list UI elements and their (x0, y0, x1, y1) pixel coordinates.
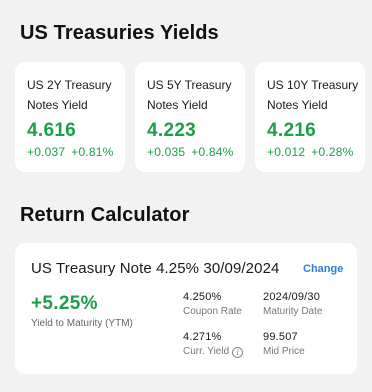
yield-cards-carousel[interactable]: US 2Y Treasury Notes Yield 4.616 +0.037 +… (15, 62, 372, 172)
current-yield-label-row: Curr. Yield i (183, 345, 244, 359)
coupon-rate-value: 4.250% (183, 291, 222, 303)
yield-card-10y[interactable]: US 10Y Treasury Notes Yield 4.216 +0.012… (255, 62, 365, 172)
mid-price-label: Mid Price (263, 346, 305, 357)
yield-card-5y[interactable]: US 5Y Treasury Notes Yield 4.223 +0.035 +… (135, 62, 245, 172)
stat-current-yield: 4.271% Curr. Yield i (183, 331, 244, 359)
card-change-pct: +0.28% (311, 145, 354, 159)
current-yield-label: Curr. Yield (183, 346, 230, 357)
card-value: 4.616 (27, 120, 77, 141)
stat-mid-price: 99.507 Mid Price (263, 331, 305, 359)
section-title-yields: US Treasuries Yields (20, 22, 219, 44)
ytm-label: Yield to Maturity (YTM) (31, 318, 133, 329)
card-change-row: +0.012 +0.28% (267, 145, 365, 159)
note-title: US Treasury Note 4.25% 30/09/2024 (31, 260, 280, 277)
card-change: +0.012 (267, 145, 306, 159)
card-name: US 5Y Treasury Notes Yield (147, 78, 232, 112)
card-value: 4.223 (147, 120, 197, 141)
current-yield-value: 4.271% (183, 331, 222, 343)
card-change-row: +0.037 +0.81% (27, 145, 125, 159)
change-note-link[interactable]: Change (303, 263, 343, 275)
card-value: 4.216 (267, 120, 317, 141)
card-change: +0.037 (27, 145, 66, 159)
ytm-value: +5.25% (31, 293, 98, 314)
maturity-date-label: Maturity Date (263, 306, 323, 317)
card-change-pct: +0.84% (191, 145, 234, 159)
page: US Treasuries Yields US 2Y Treasury Note… (0, 0, 372, 392)
maturity-date-value: 2024/09/30 (263, 291, 321, 303)
mid-price-value: 99.507 (263, 331, 298, 343)
card-name: US 2Y Treasury Notes Yield (27, 78, 112, 112)
section-title-return-calculator: Return Calculator (20, 204, 190, 226)
card-name: US 10Y Treasury Notes Yield (267, 78, 359, 112)
stat-maturity-date: 2024/09/30 Maturity Date (263, 291, 322, 319)
coupon-rate-label: Coupon Rate (183, 306, 242, 317)
card-change-pct: +0.81% (71, 145, 114, 159)
stat-coupon-rate: 4.250% Coupon Rate (183, 291, 242, 319)
yield-card-2y[interactable]: US 2Y Treasury Notes Yield 4.616 +0.037 +… (15, 62, 125, 172)
return-calculator-card: US Treasury Note 4.25% 30/09/2024 Change… (15, 243, 357, 374)
card-change-row: +0.035 +0.84% (147, 145, 245, 159)
card-change: +0.035 (147, 145, 186, 159)
info-icon[interactable]: i (232, 347, 244, 358)
